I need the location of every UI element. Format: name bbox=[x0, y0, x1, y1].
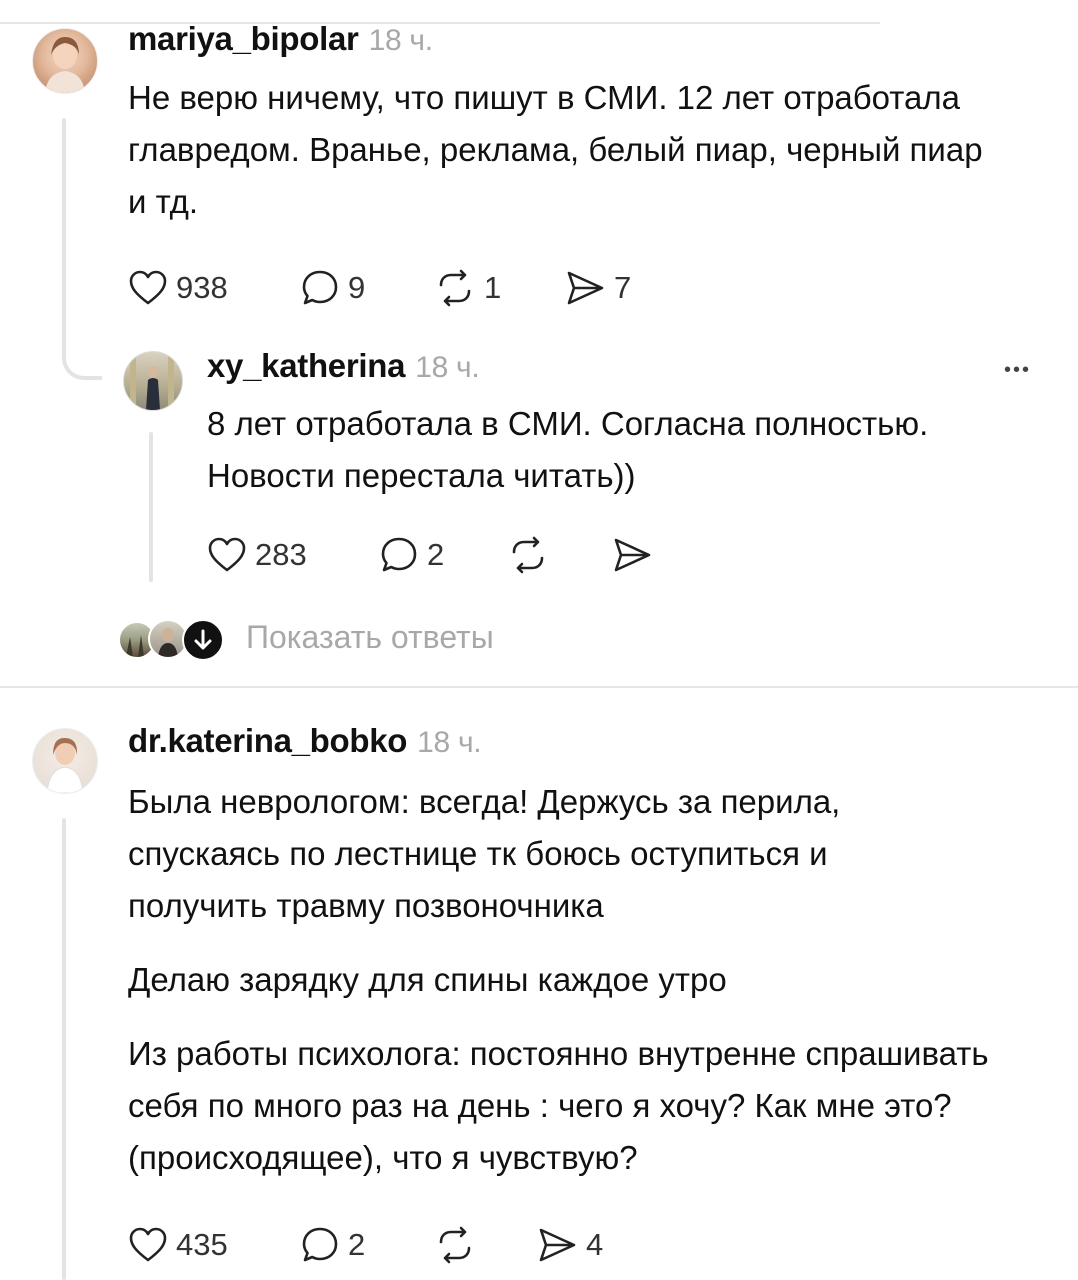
share-count: 4 bbox=[586, 1227, 604, 1262]
comment-time: 18 ч. bbox=[368, 24, 433, 57]
reply-count: 2 bbox=[427, 537, 445, 572]
comment-time: 18 ч. bbox=[417, 726, 482, 759]
repost-icon bbox=[439, 1226, 471, 1264]
avatar[interactable] bbox=[32, 728, 98, 794]
heart-icon bbox=[129, 270, 167, 305]
comment-bubble-icon bbox=[302, 270, 338, 305]
comment-divider bbox=[0, 686, 1078, 688]
thread-line bbox=[62, 818, 66, 1280]
show-replies-link[interactable]: Показать ответы bbox=[246, 619, 494, 656]
thread-connector bbox=[62, 330, 102, 380]
repost-button[interactable] bbox=[507, 535, 549, 575]
comment-bubble-icon bbox=[381, 537, 417, 572]
heart-icon bbox=[208, 537, 246, 572]
username-text[interactable]: xy_katherina bbox=[207, 347, 405, 384]
avatar[interactable] bbox=[123, 351, 183, 411]
reply-count: 9 bbox=[348, 270, 366, 305]
heart-icon bbox=[129, 1227, 167, 1262]
like-button[interactable]: 435 bbox=[128, 1225, 228, 1265]
comment-body: 8 лет отработала в СМИ. Согласна полност… bbox=[207, 398, 1047, 502]
repost-count: 1 bbox=[484, 270, 502, 305]
share-button[interactable]: 7 bbox=[564, 268, 631, 308]
comment-paragraph: Была неврологом: всегда! Держусь за пери… bbox=[128, 783, 841, 924]
like-button[interactable]: 938 bbox=[128, 268, 228, 308]
comment-actions: 435 2 4 bbox=[128, 1225, 728, 1265]
thread-line bbox=[62, 118, 66, 343]
thread-line bbox=[149, 432, 153, 582]
reply-button[interactable]: 2 bbox=[300, 1225, 365, 1265]
comment-paragraph: Делаю зарядку для спины каждое утро bbox=[128, 961, 727, 998]
username-text[interactable]: dr.katerina_bobko bbox=[128, 722, 407, 759]
avatar-photo bbox=[158, 628, 178, 657]
like-button[interactable]: 283 bbox=[207, 535, 307, 575]
comment-paragraph: Из работы психолога: постоянно внутренне… bbox=[128, 1035, 989, 1176]
send-icon bbox=[614, 538, 651, 572]
avatar-photo bbox=[45, 37, 85, 93]
comment-time: 18 ч. bbox=[415, 351, 480, 384]
more-button[interactable]: ••• bbox=[1004, 346, 1031, 385]
avatar[interactable] bbox=[32, 28, 98, 94]
send-icon bbox=[567, 271, 604, 305]
reply-count: 2 bbox=[348, 1227, 366, 1262]
comment-bubble-icon bbox=[302, 1227, 338, 1262]
arrow-down-icon bbox=[194, 629, 212, 650]
more-icon: ••• bbox=[1004, 359, 1032, 381]
repost-icon bbox=[512, 536, 544, 574]
reply-button[interactable]: 2 bbox=[379, 535, 444, 575]
comment-paragraph: 8 лет отработала в СМИ. Согласна полност… bbox=[207, 405, 929, 494]
comment-username[interactable]: mariya_bipolar 18 ч. bbox=[128, 20, 433, 58]
comment-paragraph: Не верю ничему, что пишут в СМИ. 12 лет … bbox=[128, 79, 983, 220]
comment-actions: 938 9 1 7 bbox=[128, 268, 728, 308]
like-count: 435 bbox=[176, 1227, 228, 1262]
avatar-photo bbox=[46, 737, 84, 793]
comment-username[interactable]: dr.katerina_bobko 18 ч. bbox=[128, 722, 482, 760]
repost-button[interactable]: 1 bbox=[434, 268, 501, 308]
like-count: 283 bbox=[255, 537, 307, 572]
share-button[interactable]: 4 bbox=[536, 1225, 603, 1265]
avatar-photo bbox=[130, 356, 174, 410]
share-button[interactable] bbox=[611, 535, 653, 575]
comment-username[interactable]: xy_katherina 18 ч. bbox=[207, 347, 480, 385]
repost-icon bbox=[439, 269, 471, 307]
comment-actions: 283 2 bbox=[207, 535, 707, 575]
comment-body: Была неврологом: всегда! Держусь за пери… bbox=[128, 776, 1058, 1184]
username-text[interactable]: mariya_bipolar bbox=[128, 20, 359, 57]
show-replies-down-button[interactable] bbox=[182, 619, 224, 661]
share-count: 7 bbox=[614, 270, 632, 305]
comment-body: Не верю ничему, что пишут в СМИ. 12 лет … bbox=[128, 72, 1008, 228]
send-icon bbox=[539, 1228, 576, 1262]
reply-button[interactable]: 9 bbox=[300, 268, 365, 308]
like-count: 938 bbox=[176, 270, 228, 305]
repost-button[interactable] bbox=[434, 1225, 476, 1265]
